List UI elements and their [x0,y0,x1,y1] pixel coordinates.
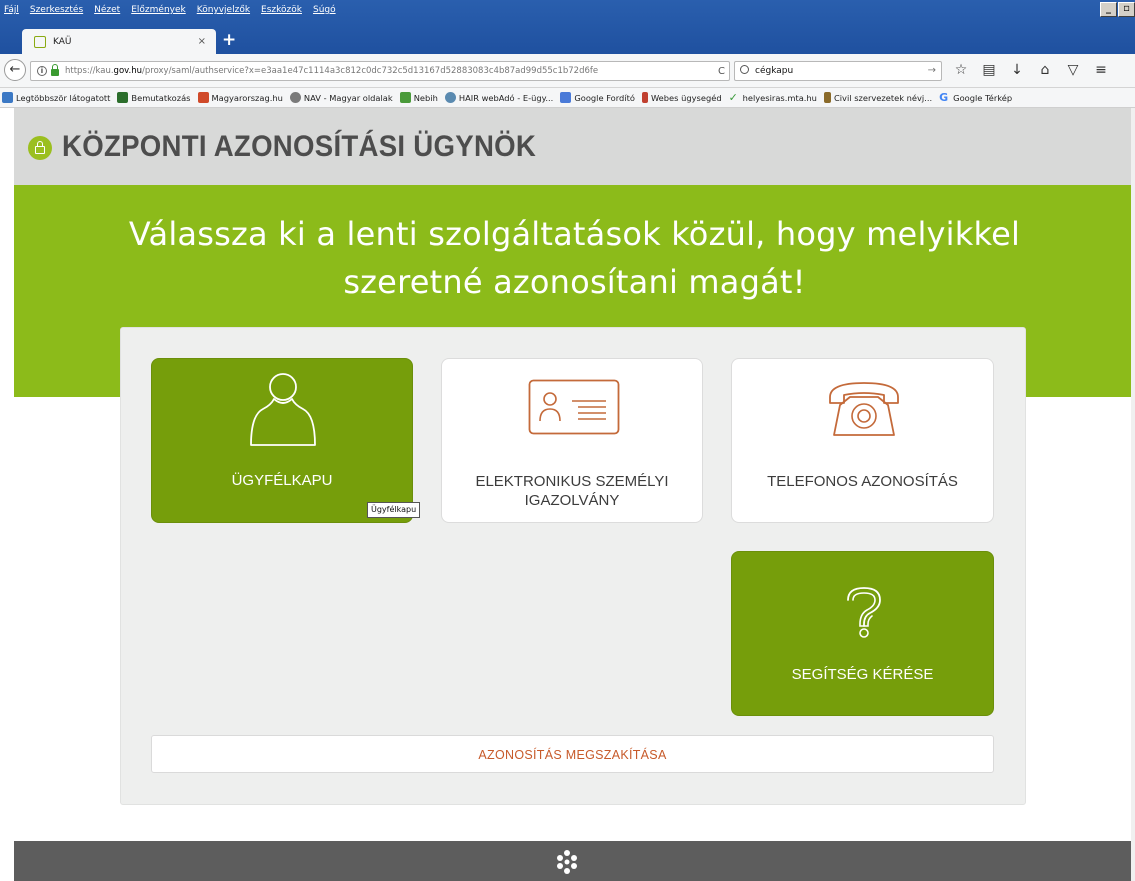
secure-lock-icon [51,64,59,76]
address-bar[interactable]: i https://kau. gov.hu/proxy/saml/authserv… [30,61,730,81]
navigation-bar: ← i https://kau. gov.hu/proxy/saml/authse… [0,54,1135,88]
ugyfelkapu-tile[interactable]: ÜGYFÉLKAPU [151,358,413,523]
bookmark-check-icon: ✓ [728,91,738,104]
user-icon [250,373,316,446]
tab-close-icon[interactable]: × [198,36,206,47]
telefonos-label: TELEFONOS AZONOSÍTÁS [767,473,958,490]
tab-title: KAÜ [53,36,72,47]
toolbar-icons: ☆ ▤ ↓ ⌂ ▽ ≡ [950,59,1118,81]
url-prefix: https://kau. [65,66,114,76]
site-header: KÖZPONTI AZONOSÍTÁSI ÜGYNÖK [14,108,1135,185]
eszig-label-line-1: ELEKTRONIKUS SZEMÉLYI [475,473,669,490]
bookmark-icon [2,92,13,103]
menu-tools[interactable]: Eszközök [261,5,302,15]
reload-icon[interactable]: C [718,66,725,77]
downloads-icon[interactable]: ↓ [1006,59,1028,81]
bookmarks-library-icon[interactable]: ▤ [978,59,1000,81]
bookmark-icon [444,92,456,103]
bookmark-item[interactable]: G Google Térkép [939,92,1012,103]
hero-line-1: Válassza ki a lenti szolgáltatások közül… [128,215,1021,253]
bookmark-item[interactable]: Bemutatkozás [117,92,191,103]
bookmark-item[interactable]: Civil szervezetek névj... [823,92,932,103]
eszig-tile[interactable]: ELEKTRONIKUS SZEMÉLYI IGAZOLVÁNY [441,358,703,523]
bookmark-icon [289,92,301,103]
bookmark-item[interactable]: ✓ helyesiras.mta.hu [729,92,817,103]
google-icon: G [939,91,949,104]
bookmark-item[interactable]: HAIR webAdó - E-ügy... [444,92,553,103]
pocket-icon[interactable]: ▽ [1062,59,1084,81]
back-button[interactable]: ← [4,59,26,81]
url-path: /proxy/saml/authservice?x=e3aa1e47c1114a… [142,66,599,76]
hero-line-2: szeretné azonosítani magát! [343,263,806,301]
bookmark-item[interactable]: Nebih [399,92,438,103]
minimize-button[interactable]: _ [1100,2,1117,17]
hamburger-menu-icon[interactable]: ≡ [1090,59,1112,81]
help-tile[interactable]: SEGÍTSÉG KÉRÉSE [731,551,994,716]
bookmark-icon [560,92,572,103]
lock-icon [28,136,52,160]
bookmarks-toolbar: Legtöbbször látogatott Bemutatkozás Magy… [0,88,1135,108]
hero-heading: Válassza ki a lenti szolgáltatások közül… [14,210,1135,306]
telephone-icon [829,382,899,436]
footer-logo-icon [557,850,577,874]
menu-edit[interactable]: Szerkesztés [30,5,83,15]
bookmark-icon [823,92,831,103]
bookmark-star-icon[interactable]: ☆ [950,59,972,81]
eszig-label-line-2: IGAZOLVÁNY [524,492,620,509]
site-footer [14,841,1135,881]
telefonos-tile[interactable]: TELEFONOS AZONOSÍTÁS [731,358,994,523]
bookmark-item[interactable]: Google Fordító [560,92,635,103]
cancel-authentication-button[interactable]: AZONOSÍTÁS MEGSZAKÍTÁSA [151,735,994,773]
window-controls: _ ▫ [1099,2,1135,17]
menu-history[interactable]: Előzmények [131,5,186,15]
favicon-lock-icon [34,35,46,48]
bookmark-icon [641,92,648,103]
menu-bar: Fájl Szerkesztés Nézet Előzmények Könyvj… [0,0,347,20]
browser-title-bar: Fájl Szerkesztés Nézet Előzmények Könyvj… [0,0,1135,60]
tooltip: Ügyfélkapu [367,502,421,518]
page-scrollbar[interactable] [1131,108,1135,881]
ugyfelkapu-label: ÜGYFÉLKAPU [231,472,333,489]
search-value: cégkapu [755,66,794,76]
page-title: KÖZPONTI AZONOSÍTÁSI ÜGYNÖK [62,130,537,163]
id-card-icon [528,379,620,435]
search-input[interactable]: cégkapu → [734,61,942,81]
browser-tab[interactable]: KAÜ × [22,29,216,54]
bookmark-item[interactable]: Webes ügysegéd [641,92,722,103]
question-mark-icon [847,587,881,638]
bookmark-icon [117,92,129,103]
new-tab-button[interactable]: + [222,30,236,50]
search-icon [740,65,749,74]
bookmark-item[interactable]: NAV - Magyar oldalak [289,92,393,103]
menu-view[interactable]: Nézet [94,5,120,15]
menu-file[interactable]: Fájl [4,5,19,15]
home-icon[interactable]: ⌂ [1034,59,1056,81]
help-label: SEGÍTSÉG KÉRÉSE [791,666,934,683]
url-domain: gov.hu [113,66,142,76]
menu-help[interactable]: Súgó [313,5,336,15]
menu-bookmarks[interactable]: Könyvjelzők [197,5,250,15]
bookmark-icon [399,92,411,103]
restore-button[interactable]: ▫ [1118,2,1135,17]
bookmark-item[interactable]: Legtöbbször látogatott [2,92,110,103]
info-icon[interactable]: i [37,66,47,76]
bookmark-item[interactable]: Magyarorszag.hu [197,92,283,103]
bookmark-icon [197,92,209,103]
search-go-icon[interactable]: → [928,62,936,80]
